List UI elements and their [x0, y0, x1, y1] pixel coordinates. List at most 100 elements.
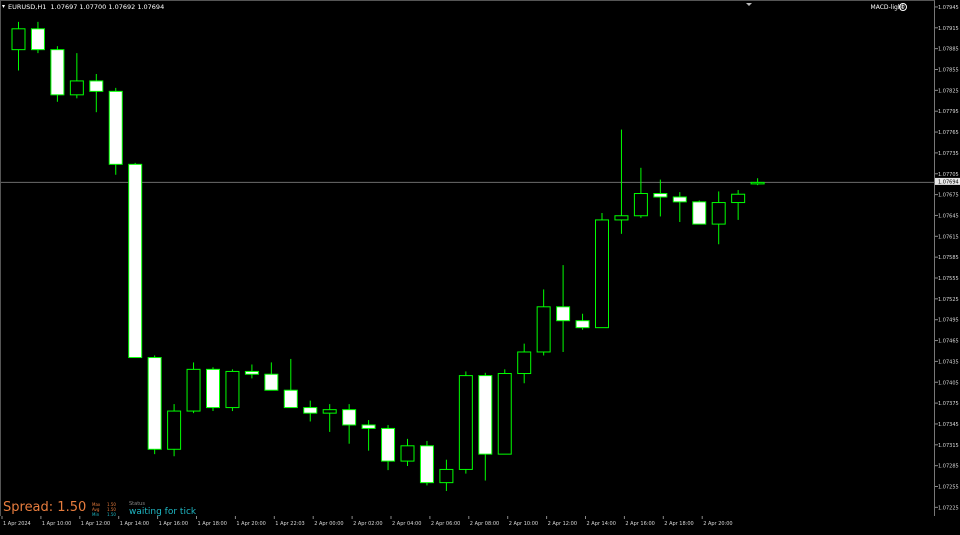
candle[interactable] — [206, 367, 220, 412]
candle[interactable] — [322, 404, 337, 432]
chart-plot-area[interactable]: ▾ EURUSD,H1 1.07697 1.07700 1.07692 1.07… — [0, 0, 935, 517]
candle[interactable] — [711, 191, 726, 245]
candle[interactable] — [381, 424, 396, 471]
price-tick-label: 1.07435 — [938, 359, 959, 365]
candle[interactable] — [439, 459, 454, 491]
candle[interactable] — [89, 73, 104, 113]
candle-body-bull — [633, 193, 648, 217]
time-tick-label: 2 Apr 10:00 — [509, 521, 538, 527]
candle-body-bear — [556, 306, 571, 322]
current-price-tag-label: 1.07694 — [938, 179, 959, 185]
time-axis[interactable]: 1 Apr 2024 1 Apr 10:00 1 Apr 12:00 1 Apr 14… — [0, 516, 935, 531]
candle[interactable] — [614, 129, 629, 234]
time-tick-label: 2 Apr 18:00 — [664, 521, 693, 527]
time-tick-label: 2 Apr 14:00 — [587, 521, 616, 527]
smiley-icon[interactable]: ☺ — [899, 3, 907, 11]
shift-marker-icon[interactable] — [746, 3, 752, 6]
candle[interactable] — [30, 21, 45, 54]
candle-body-bull — [400, 445, 415, 462]
candle-body-bull — [186, 368, 201, 412]
candle[interactable] — [731, 190, 746, 220]
candle-body-bull — [458, 375, 473, 470]
candle[interactable] — [517, 343, 532, 384]
candle[interactable] — [225, 369, 240, 412]
candle-body-bull — [11, 28, 26, 51]
candle[interactable] — [497, 369, 512, 455]
candle[interactable] — [633, 167, 648, 218]
candle-body-bull — [536, 306, 551, 353]
price-tick-label: 1.07735 — [938, 151, 959, 157]
candle[interactable] — [595, 212, 609, 329]
candle[interactable] — [536, 289, 551, 356]
time-tick-label: 1 Apr 18:00 — [198, 521, 227, 527]
price-tick-label: 1.07885 — [938, 47, 959, 53]
candle[interactable] — [147, 355, 162, 455]
candle[interactable] — [50, 46, 65, 102]
price-tick-label: 1.07555 — [938, 276, 959, 282]
price-tick-label: 1.07255 — [938, 485, 959, 491]
candle-body-bear — [419, 445, 434, 484]
price-tick-label: 1.07465 — [938, 339, 959, 345]
symbol-menu-icon[interactable]: ▾ — [2, 3, 6, 10]
candle-body-bear — [303, 407, 318, 414]
candle[interactable] — [556, 265, 571, 352]
candle[interactable] — [264, 362, 279, 391]
candle[interactable] — [478, 372, 493, 481]
symbol-header: EURUSD,H1 1.07697 1.07700 1.07692 1.0769… — [8, 3, 165, 11]
candle-body-bear — [342, 409, 357, 426]
candle[interactable] — [672, 192, 687, 223]
candle[interactable] — [575, 313, 590, 330]
candle-body-bull — [731, 193, 746, 204]
candle-body-bear — [672, 196, 687, 203]
candle[interactable] — [11, 21, 26, 71]
candle[interactable] — [167, 404, 182, 457]
candle[interactable] — [108, 87, 123, 175]
candle-body-bear — [283, 389, 298, 409]
candle[interactable] — [283, 358, 298, 409]
time-tick-label: 2 Apr 04:00 — [392, 521, 421, 527]
candle-body-bear — [89, 80, 104, 92]
candle[interactable] — [361, 420, 376, 451]
candle[interactable] — [653, 179, 668, 217]
time-tick-label: 2 Apr 16:00 — [625, 521, 654, 527]
candle-body-bull — [69, 80, 84, 96]
candle[interactable] — [458, 371, 473, 474]
price-tick-label: 1.07945 — [938, 5, 959, 11]
candle-body-bull — [497, 373, 512, 455]
price-tick-label: 1.07645 — [938, 213, 959, 219]
candle[interactable] — [342, 404, 357, 444]
candle[interactable] — [128, 162, 143, 359]
candle-body-bear — [575, 320, 590, 329]
price-tick-label: 1.07285 — [938, 464, 959, 470]
time-tick-label: 1 Apr 10:00 — [42, 521, 71, 527]
candle[interactable] — [692, 200, 707, 225]
time-tick-label: 2 Apr 00:00 — [314, 521, 343, 527]
candle-body-bear — [381, 427, 396, 462]
price-tick-label: 1.07855 — [938, 68, 959, 74]
candle[interactable] — [400, 438, 415, 466]
candlestick-plot[interactable] — [1, 1, 935, 516]
candle[interactable] — [303, 400, 318, 422]
candle[interactable] — [750, 178, 765, 186]
price-tick-label: 1.07795 — [938, 109, 959, 115]
price-tick-label: 1.07585 — [938, 255, 959, 261]
candle-body-bull — [322, 409, 337, 414]
price-tick-label: 1.07225 — [938, 505, 959, 511]
spread-label: Spread: 1.50 — [3, 500, 87, 515]
price-tick-label: 1.07375 — [938, 401, 959, 407]
candle-body-bull — [595, 219, 609, 329]
chart-window[interactable]: ▾ EURUSD,H1 1.07697 1.07700 1.07692 1.07… — [0, 0, 960, 531]
price-axis[interactable]: 1.07945 1.07915 1.07885 1.07855 1.07825 1.077… — [935, 0, 960, 516]
candle-body-bear — [147, 357, 162, 450]
time-tick-label: 1 Apr 22:03 — [275, 521, 304, 527]
candle[interactable] — [69, 53, 84, 99]
time-tick-label: 1 Apr 12:00 — [81, 521, 110, 527]
candle-body-bear — [244, 370, 259, 375]
candle[interactable] — [186, 362, 201, 414]
candle-body-bull — [225, 370, 240, 409]
price-tick-label: 1.07615 — [938, 234, 959, 240]
candle[interactable] — [419, 440, 434, 486]
candle[interactable] — [244, 364, 259, 379]
price-tick-label: 1.07345 — [938, 422, 959, 428]
time-tick-label: 2 Apr 20:00 — [703, 521, 732, 527]
